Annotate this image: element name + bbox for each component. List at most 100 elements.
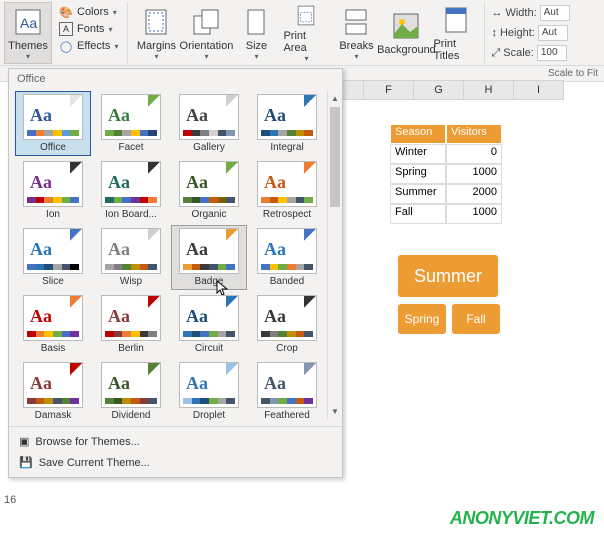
watermark: ANONYVIET.COM: [450, 508, 594, 529]
scale-input[interactable]: 100: [537, 45, 567, 61]
col-hdr-h[interactable]: H: [464, 80, 514, 100]
theme-label: Retrospect: [263, 209, 311, 220]
theme-thumb: Aa: [23, 295, 83, 341]
theme-item-banded[interactable]: Aa Banded: [249, 225, 325, 290]
scroll-thumb[interactable]: [330, 107, 340, 207]
width-icon: ↔: [491, 7, 502, 19]
theme-item-ion[interactable]: Aa Ion: [15, 158, 91, 223]
theme-label: Droplet: [193, 410, 225, 421]
browse-themes-item[interactable]: ▣Browse for Themes...: [9, 431, 342, 452]
cell-visitors[interactable]: 0: [446, 144, 502, 164]
theme-thumb: Aa: [23, 161, 83, 207]
col-hdr-i[interactable]: I: [514, 80, 564, 100]
corner-cell[interactable]: [340, 80, 364, 100]
themes-button[interactable]: Aa Themes ▾: [4, 2, 52, 64]
theme-item-integral[interactable]: Aa Integral: [249, 91, 325, 156]
breaks-button[interactable]: Breaks▾: [332, 2, 380, 64]
effects-button[interactable]: ◯Effects▾: [56, 38, 121, 54]
margins-button[interactable]: Margins▾: [132, 2, 180, 64]
scale-row: ⤢Scale:100: [489, 44, 568, 62]
theme-thumb: Aa: [179, 295, 239, 341]
theme-thumb: Aa: [101, 295, 161, 341]
theme-item-berlin[interactable]: Aa Berlin: [93, 292, 169, 357]
smartart-fall[interactable]: Fall: [452, 304, 500, 334]
chevron-down-icon: ▾: [26, 52, 30, 61]
theme-item-retrospect[interactable]: Aa Retrospect: [249, 158, 325, 223]
theme-item-facet[interactable]: Aa Facet: [93, 91, 169, 156]
theme-item-crop[interactable]: Aa Crop: [249, 292, 325, 357]
theme-item-office[interactable]: Aa Office: [15, 91, 91, 156]
cell-season[interactable]: Summer: [390, 184, 446, 204]
scroll-down-icon[interactable]: ▼: [328, 404, 342, 419]
background-label: Background: [377, 44, 436, 56]
size-button[interactable]: Size▾: [232, 2, 280, 64]
smartart-spring[interactable]: Spring: [398, 304, 446, 334]
theme-label: Office: [40, 142, 66, 153]
width-row: ↔Width: Aut: [489, 4, 571, 22]
col-hdr-f[interactable]: F: [364, 80, 414, 100]
theme-item-basis[interactable]: Aa Basis: [15, 292, 91, 357]
print-area-label: Print Area: [283, 30, 329, 54]
theme-thumb: Aa: [101, 161, 161, 207]
width-label: Width:: [505, 7, 536, 19]
fonts-label: Fonts: [77, 23, 105, 35]
scrollbar[interactable]: ▲ ▼: [327, 91, 342, 419]
theme-label: Crop: [276, 343, 298, 354]
browse-themes-label: Browse for Themes...: [35, 436, 139, 448]
theme-item-droplet[interactable]: Aa Droplet: [171, 359, 247, 424]
theme-item-damask[interactable]: Aa Damask: [15, 359, 91, 424]
cell-season[interactable]: Spring: [390, 164, 446, 184]
cell-visitors[interactable]: 1000: [446, 164, 502, 184]
scale-icon: ⤢: [491, 47, 500, 60]
theme-label: Basis: [41, 343, 65, 354]
theme-thumb: Aa: [257, 362, 317, 408]
theme-item-slice[interactable]: Aa Slice: [15, 225, 91, 290]
theme-item-organic[interactable]: Aa Organic: [171, 158, 247, 223]
theme-item-gallery[interactable]: Aa Gallery: [171, 91, 247, 156]
col-hdr-g[interactable]: G: [414, 80, 464, 100]
cell-season[interactable]: Winter: [390, 144, 446, 164]
theme-item-feathered[interactable]: Aa Feathered: [249, 359, 325, 424]
theme-label: Badge: [195, 276, 224, 287]
table-hdr-season[interactable]: Season: [390, 124, 446, 144]
theme-item-wisp[interactable]: Aa Wisp: [93, 225, 169, 290]
fonts-button[interactable]: AFonts▾: [56, 21, 121, 37]
theme-thumb: Aa: [101, 362, 161, 408]
row-number-16[interactable]: 16: [0, 493, 20, 507]
theme-label: Integral: [270, 142, 303, 153]
table-row[interactable]: Summer2000: [390, 184, 502, 204]
svg-text:Aa: Aa: [20, 15, 37, 31]
height-input[interactable]: Aut: [538, 25, 568, 41]
table-row[interactable]: Winter0: [390, 144, 502, 164]
save-theme-label: Save Current Theme...: [39, 457, 150, 469]
width-input[interactable]: Aut: [540, 5, 570, 21]
table-row[interactable]: Fall1000: [390, 204, 502, 224]
table-hdr-visitors[interactable]: Visitors: [446, 124, 502, 144]
theme-item-dividend[interactable]: Aa Dividend: [93, 359, 169, 424]
theme-label: Gallery: [193, 142, 225, 153]
scroll-up-icon[interactable]: ▲: [328, 91, 342, 106]
scale-label: Scale:: [503, 47, 534, 59]
save-theme-item[interactable]: 💾Save Current Theme...: [9, 452, 342, 473]
print-titles-button[interactable]: Print Titles: [432, 2, 480, 64]
theme-label: Banded: [270, 276, 304, 287]
theme-item-circuit[interactable]: Aa Circuit: [171, 292, 247, 357]
theme-item-badge[interactable]: Aa Badge: [171, 225, 247, 290]
background-button[interactable]: Background: [382, 2, 430, 64]
theme-thumb: Aa: [257, 161, 317, 207]
height-label: Height:: [500, 27, 535, 39]
cell-visitors[interactable]: 1000: [446, 204, 502, 224]
table-row[interactable]: Spring1000: [390, 164, 502, 184]
orientation-button[interactable]: Orientation▾: [182, 2, 230, 64]
cell-visitors[interactable]: 2000: [446, 184, 502, 204]
cell-season[interactable]: Fall: [390, 204, 446, 224]
ribbon: Aa Themes ▾ 🎨Colors▾ AFonts▾ ◯Effects▾ M…: [0, 0, 604, 66]
theme-thumb: Aa: [23, 228, 83, 274]
smartart-summer[interactable]: Summer: [398, 255, 498, 297]
dropdown-footer: ▣Browse for Themes... 💾Save Current Them…: [9, 426, 342, 477]
print-area-button[interactable]: Print Area▾: [282, 2, 330, 64]
colors-button[interactable]: 🎨Colors▾: [56, 4, 121, 20]
theme-item-ionboard[interactable]: Aa Ion Board...: [93, 158, 169, 223]
theme-label: Facet: [118, 142, 143, 153]
worksheet[interactable]: F G H I Season Visitors Winter0Spring100…: [340, 80, 604, 537]
